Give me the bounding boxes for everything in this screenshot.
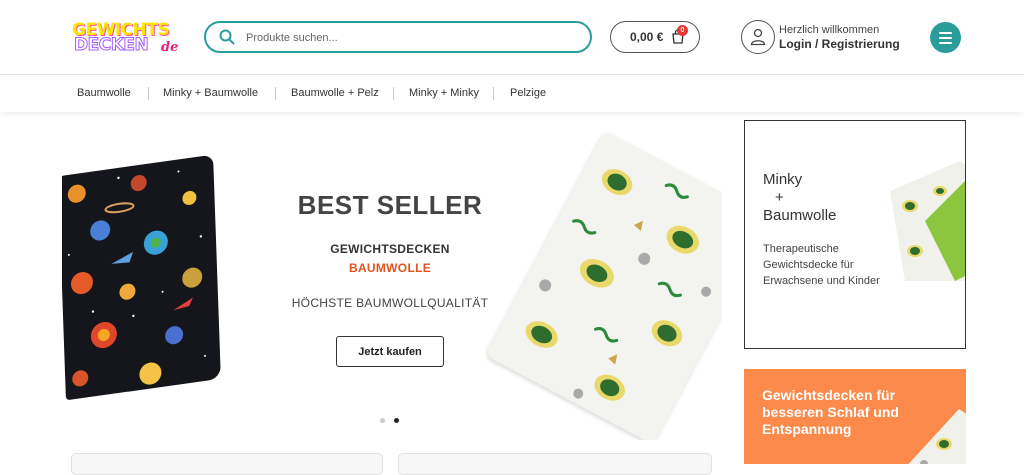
promo-text: Gewichtsdecken für besseren Schlaf und E… (762, 387, 899, 437)
logo-line2: DECKEN (73, 35, 149, 56)
hero-title: BEST SELLER (297, 190, 483, 220)
space-pattern (67, 170, 207, 387)
sleep-promo-banner[interactable]: Gewichtsdecken für besseren Schlaf und E… (744, 369, 966, 464)
menu-button[interactable] (930, 22, 961, 53)
turtle-pattern (525, 169, 712, 401)
hero-tagline: HÖCHSTE BAUMWOLLQUALITÄT (291, 296, 489, 310)
category-link-baumwolle[interactable]: Baumwolle (77, 87, 131, 99)
site-header: GEWICHTS DECKEN de 0,00 € 0 Herzlich wil… (0, 0, 1024, 75)
site-logo[interactable]: GEWICHTS DECKEN de (72, 20, 182, 56)
nav-divider (393, 87, 394, 100)
nav-divider (493, 87, 494, 100)
search-icon[interactable] (219, 29, 235, 45)
nav-divider (275, 87, 276, 100)
category-link-baumwolle-pelz[interactable]: Baumwolle + Pelz (291, 87, 379, 99)
category-nav: Baumwolle Minky + Baumwolle Baumwolle + … (0, 75, 1024, 112)
category-link-minky-baumwolle[interactable]: Minky + Baumwolle (163, 87, 258, 99)
hero-subtitle: GEWICHTSDECKEN (330, 242, 450, 256)
user-icon (750, 28, 766, 46)
space-blanket-image (62, 154, 221, 401)
banner-title: Minky + Baumwolle (763, 171, 837, 224)
category-link-pelzige[interactable]: Pelzige (510, 87, 546, 99)
buy-now-button[interactable]: Jetzt kaufen (336, 336, 444, 367)
cart-amount: 0,00 € (630, 30, 664, 44)
category-link-minky-minky[interactable]: Minky + Minky (409, 87, 479, 99)
slider-dot-1[interactable] (380, 418, 385, 423)
product-image (890, 161, 965, 281)
nav-divider (148, 87, 149, 100)
search-input[interactable] (244, 27, 578, 49)
cart-button[interactable]: 0,00 € 0 (610, 21, 700, 53)
turtle-blanket-image (485, 130, 722, 440)
product-card[interactable] (398, 453, 712, 475)
cart-count-badge: 0 (677, 25, 688, 36)
product-card[interactable] (71, 453, 383, 475)
product-image (908, 409, 966, 464)
login-register-link[interactable]: Login / Registrierung (779, 37, 900, 51)
account-button[interactable] (741, 20, 775, 54)
logo-suffix: de (161, 40, 179, 55)
hero-highlight: BAUMWOLLE (348, 261, 432, 275)
hamburger-icon (939, 32, 952, 34)
slider-dot-2-active[interactable] (394, 418, 399, 423)
minky-baumwolle-banner[interactable]: Minky + Baumwolle Therapeutische Gewicht… (744, 120, 966, 349)
search-bar (204, 21, 592, 53)
welcome-text: Herzlich willkommen (779, 24, 880, 36)
hero-slider[interactable]: BEST SELLER GEWICHTSDECKEN BAUMWOLLE HÖC… (62, 120, 722, 440)
